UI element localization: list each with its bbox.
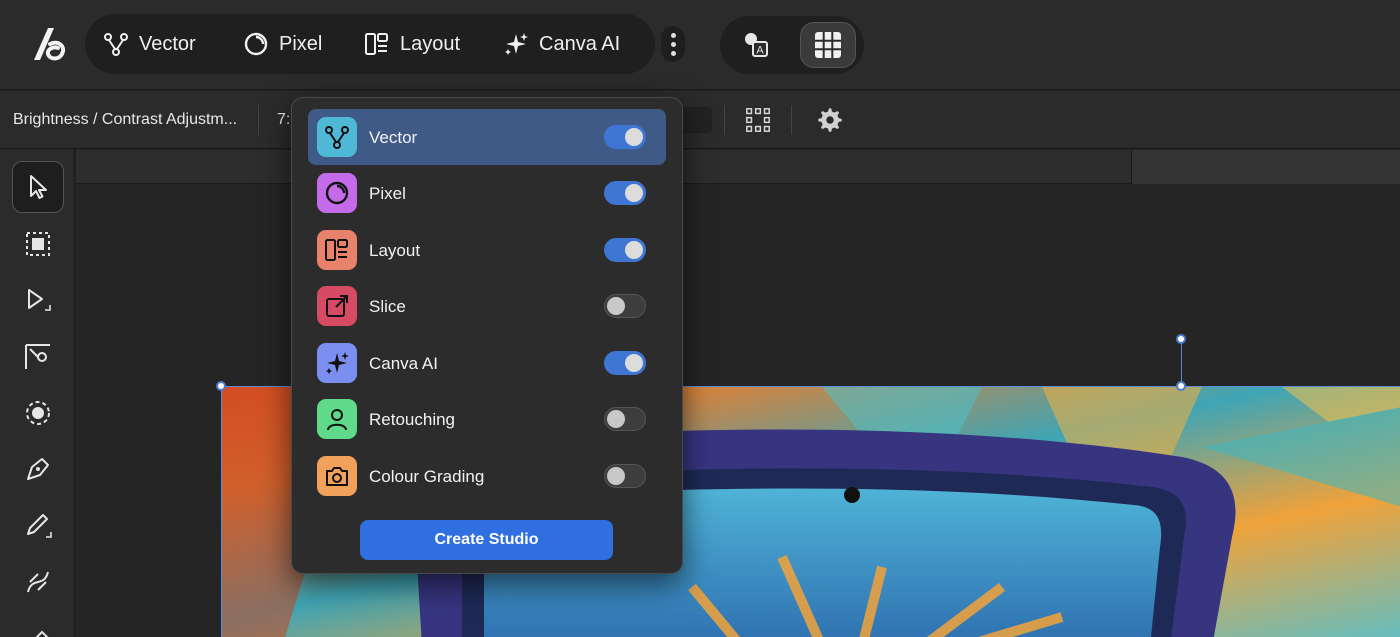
- text-mode-button[interactable]: A: [728, 22, 784, 68]
- studio-item-canva-ai[interactable]: Canva AI: [308, 335, 666, 391]
- studio-item-vector[interactable]: Vector: [308, 109, 666, 165]
- studio-toggle[interactable]: [604, 351, 646, 375]
- studio-switcher: Vector Pixel Layout Canva AI: [85, 14, 655, 74]
- corner-tool[interactable]: [12, 331, 64, 383]
- app-logo-icon[interactable]: [28, 24, 68, 64]
- shape-circle-icon: [26, 401, 50, 425]
- studio-item-layout[interactable]: Layout: [308, 222, 666, 278]
- studio-toggle[interactable]: [604, 294, 646, 318]
- context-value[interactable]: 7:: [277, 111, 290, 129]
- studio-tab-canva-ai[interactable]: Canva AI: [503, 14, 620, 74]
- create-studio-button[interactable]: Create Studio: [360, 520, 613, 560]
- context-toolbar: Brightness / Contrast Adjustm... 7:: [0, 91, 1400, 149]
- selection-handle[interactable]: [216, 381, 226, 391]
- vector-icon: [317, 117, 357, 157]
- settings-gear-icon[interactable]: [815, 105, 845, 135]
- grid-mode-button[interactable]: [800, 22, 856, 68]
- adjustment-label[interactable]: Brightness / Contrast Adjustm...: [13, 111, 237, 129]
- node-tool[interactable]: [12, 275, 64, 327]
- svg-text:A: A: [756, 45, 764, 57]
- studio-item-label: Layout: [369, 241, 421, 260]
- pointer-icon: [30, 175, 47, 199]
- studio-tab-label: Pixel: [279, 32, 323, 55]
- studio-tab-label: Canva AI: [539, 32, 621, 55]
- studio-item-colour-grading[interactable]: Colour Grading: [308, 448, 666, 504]
- selection-handle[interactable]: [1176, 381, 1186, 391]
- rotation-line: [1181, 341, 1182, 385]
- vector-brush-tool[interactable]: [12, 556, 64, 608]
- more-icon: [670, 32, 676, 38]
- camera-icon: [317, 456, 357, 496]
- divider: [258, 105, 259, 135]
- top-toolbar: Vector Pixel Layout Canva AI A: [0, 0, 1400, 90]
- shape-tool[interactable]: [12, 387, 64, 439]
- studio-toggle[interactable]: [604, 181, 646, 205]
- studio-toggle[interactable]: [604, 125, 646, 149]
- studio-item-label: Vector: [369, 128, 418, 147]
- studio-item-retouching[interactable]: Retouching: [308, 391, 666, 447]
- studio-tab-pixel[interactable]: Pixel: [243, 14, 322, 74]
- ruler-corner: [1131, 150, 1400, 184]
- person-icon: [317, 399, 357, 439]
- tools-panel: [0, 150, 75, 637]
- grid-icon: [815, 32, 841, 58]
- rotation-handle[interactable]: [1176, 334, 1186, 344]
- studio-item-label: Retouching: [369, 410, 456, 429]
- studio-item-label: Pixel: [369, 184, 406, 203]
- pixel-icon: [317, 173, 357, 213]
- move-tool[interactable]: [12, 161, 64, 213]
- context-field[interactable]: [680, 107, 712, 133]
- fill-tool[interactable]: [12, 612, 64, 637]
- studio-item-label: Slice: [369, 297, 406, 316]
- fill-icon: [35, 630, 49, 637]
- canvas-area[interactable]: [76, 150, 1400, 637]
- sparkles-icon: [317, 343, 357, 383]
- transform-icon[interactable]: [743, 105, 773, 135]
- brush-icon: [27, 571, 49, 593]
- studio-toggle[interactable]: [604, 464, 646, 488]
- pencil-tool[interactable]: [12, 500, 64, 552]
- divider: [724, 105, 725, 135]
- studio-tab-vector[interactable]: Vector: [103, 14, 196, 74]
- pen-tool[interactable]: [12, 443, 64, 495]
- studio-tab-label: Vector: [139, 32, 196, 55]
- selection-box-icon: [26, 232, 50, 256]
- sparkles-icon: [505, 33, 528, 55]
- select-tool[interactable]: [12, 218, 64, 270]
- studio-item-pixel[interactable]: Pixel: [308, 165, 666, 221]
- more-studios-button[interactable]: [661, 26, 685, 62]
- studio-tab-layout[interactable]: Layout: [364, 14, 460, 74]
- corner-icon: [25, 344, 50, 369]
- pixel-icon: [244, 32, 268, 56]
- vector-icon: [104, 33, 128, 56]
- divider: [791, 105, 792, 135]
- studio-tab-label: Layout: [400, 32, 461, 55]
- studio-toggle[interactable]: [604, 238, 646, 262]
- node-pointer-icon: [28, 289, 51, 311]
- text-frame-icon: A: [745, 33, 768, 57]
- export-icon: [317, 286, 357, 326]
- studio-item-label: Colour Grading: [369, 467, 485, 486]
- studio-toggle[interactable]: [604, 407, 646, 431]
- layout-icon: [317, 230, 357, 270]
- pencil-icon: [27, 514, 52, 538]
- studios-dropdown: Vector Pixel Layout Slice Canva AI Retou…: [291, 97, 683, 574]
- studio-item-label: Canva AI: [369, 354, 438, 373]
- pen-icon: [27, 458, 49, 480]
- layout-icon: [365, 33, 388, 55]
- mode-switcher: A: [720, 16, 864, 74]
- studio-item-slice[interactable]: Slice: [308, 278, 666, 334]
